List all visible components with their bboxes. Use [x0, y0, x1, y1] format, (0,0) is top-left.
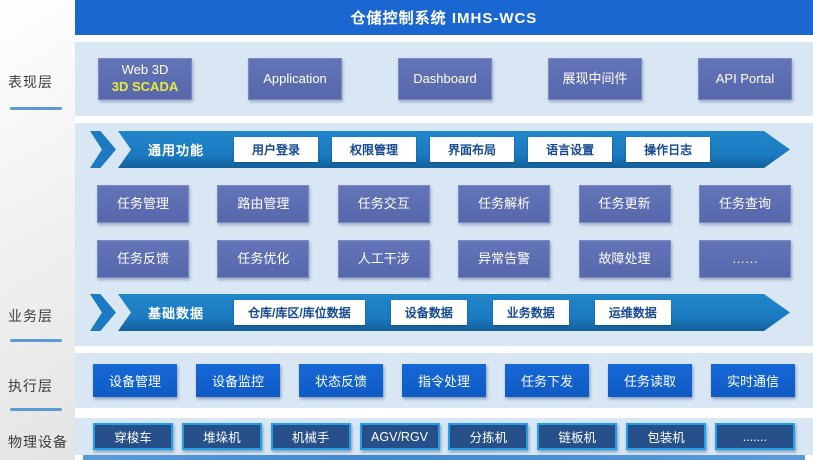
module-box: 异常告警	[458, 240, 550, 278]
device-box: 链板机	[537, 423, 617, 450]
layer-label-execution: 执行层	[8, 376, 53, 396]
module-box: 人工干涉	[338, 240, 430, 278]
device-box: 包装机	[626, 423, 706, 450]
banner-item: 用户登录	[234, 137, 318, 162]
execution-box: 实时通信	[711, 364, 795, 397]
banner-label: 基础数据	[148, 303, 204, 322]
layer-sidebar: 表现层 业务层 执行层 物理设备	[0, 0, 75, 460]
module-box: 任务优化	[217, 240, 309, 278]
banner-item: 操作日志	[626, 137, 710, 162]
physical-devices-panel: 穿梭车 堆垛机 机械手 AGV/RGV 分拣机 链板机 包装机 .......	[75, 418, 813, 455]
module-box: 故障处理	[579, 240, 671, 278]
wcs-architecture-diagram: 表现层 业务层 执行层 物理设备 仓储控制系统 IMHS-WCS Web 3D …	[0, 0, 813, 460]
module-box: 任务查询	[699, 185, 791, 223]
device-box: AGV/RGV	[360, 423, 440, 450]
module-box: 展现中间件	[548, 58, 642, 100]
diagram-main: 仓储控制系统 IMHS-WCS Web 3D 3D SCADA Applicat…	[75, 0, 813, 460]
layer-underline	[10, 408, 62, 411]
banner-arrow-body: 通用功能 用户登录 权限管理 界面布局 语言设置 操作日志	[118, 131, 790, 168]
title-bar: 仓储控制系统 IMHS-WCS	[75, 0, 813, 35]
module-box: 路由管理	[217, 185, 309, 223]
layer-label-business: 业务层	[8, 306, 53, 326]
module-box: 任务交互	[338, 185, 430, 223]
layer-label-presentation: 表现层	[8, 72, 53, 92]
execution-box: 指令处理	[402, 364, 486, 397]
layer-label-physical: 物理设备	[8, 432, 68, 452]
banner-item: 权限管理	[332, 137, 416, 162]
bottom-accent-bar	[83, 455, 805, 460]
module-box: Application	[248, 58, 342, 100]
module-box: 任务反馈	[97, 240, 189, 278]
common-functions-banner: 通用功能 用户登录 权限管理 界面布局 语言设置 操作日志	[90, 131, 790, 168]
banner-item: 仓库/库区/库位数据	[234, 300, 365, 325]
execution-box: 任务下发	[505, 364, 589, 397]
module-box: API Portal	[698, 58, 792, 100]
device-box: 机械手	[271, 423, 351, 450]
layer-underline	[10, 339, 62, 342]
banner-items: 用户登录 权限管理 界面布局 语言设置 操作日志	[234, 137, 710, 162]
banner-label: 通用功能	[148, 140, 204, 159]
system-title: 仓储控制系统 IMHS-WCS	[351, 7, 538, 28]
execution-box: 设备管理	[93, 364, 177, 397]
execution-box: 状态反馈	[299, 364, 383, 397]
banner-item: 界面布局	[430, 137, 514, 162]
execution-box: 设备监控	[196, 364, 280, 397]
banner-items: 仓库/库区/库位数据 设备数据 业务数据 运维数据	[234, 300, 671, 325]
module-box: 任务管理	[97, 185, 189, 223]
business-layer-panel: 通用功能 用户登录 权限管理 界面布局 语言设置 操作日志	[75, 123, 813, 346]
basic-data-banner: 基础数据 仓库/库区/库位数据 设备数据 业务数据 运维数据	[90, 294, 790, 331]
banner-chevron-icon	[90, 131, 116, 168]
business-modules-row-2: 任务反馈 任务优化 人工干涉 异常告警 故障处理 ……	[75, 240, 813, 278]
module-box: Dashboard	[398, 58, 492, 100]
module-box: 任务解析	[458, 185, 550, 223]
presentation-layer-panel: Web 3D 3D SCADA Application Dashboard 展现…	[75, 42, 813, 116]
device-box: 穿梭车	[93, 423, 173, 450]
execution-box: 任务读取	[608, 364, 692, 397]
layer-underline	[10, 107, 62, 110]
device-box: 分拣机	[448, 423, 528, 450]
module-box-web3d: Web 3D 3D SCADA	[98, 58, 192, 100]
execution-layer-panel: 设备管理 设备监控 状态反馈 指令处理 任务下发 任务读取 实时通信	[75, 353, 813, 408]
device-box: 堆垛机	[182, 423, 262, 450]
banner-chevron-icon	[90, 294, 116, 331]
module-box: ……	[699, 240, 791, 278]
banner-item: 设备数据	[391, 300, 467, 325]
banner-arrow-body: 基础数据 仓库/库区/库位数据 设备数据 业务数据 运维数据	[118, 294, 790, 331]
module-box-label: Web 3D	[122, 62, 169, 79]
business-modules-row-1: 任务管理 路由管理 任务交互 任务解析 任务更新 任务查询	[75, 185, 813, 223]
device-box: .......	[715, 423, 795, 450]
module-box-sublabel: 3D SCADA	[112, 79, 178, 96]
module-box: 任务更新	[579, 185, 671, 223]
banner-item: 运维数据	[595, 300, 671, 325]
banner-item: 业务数据	[493, 300, 569, 325]
banner-item: 语言设置	[528, 137, 612, 162]
